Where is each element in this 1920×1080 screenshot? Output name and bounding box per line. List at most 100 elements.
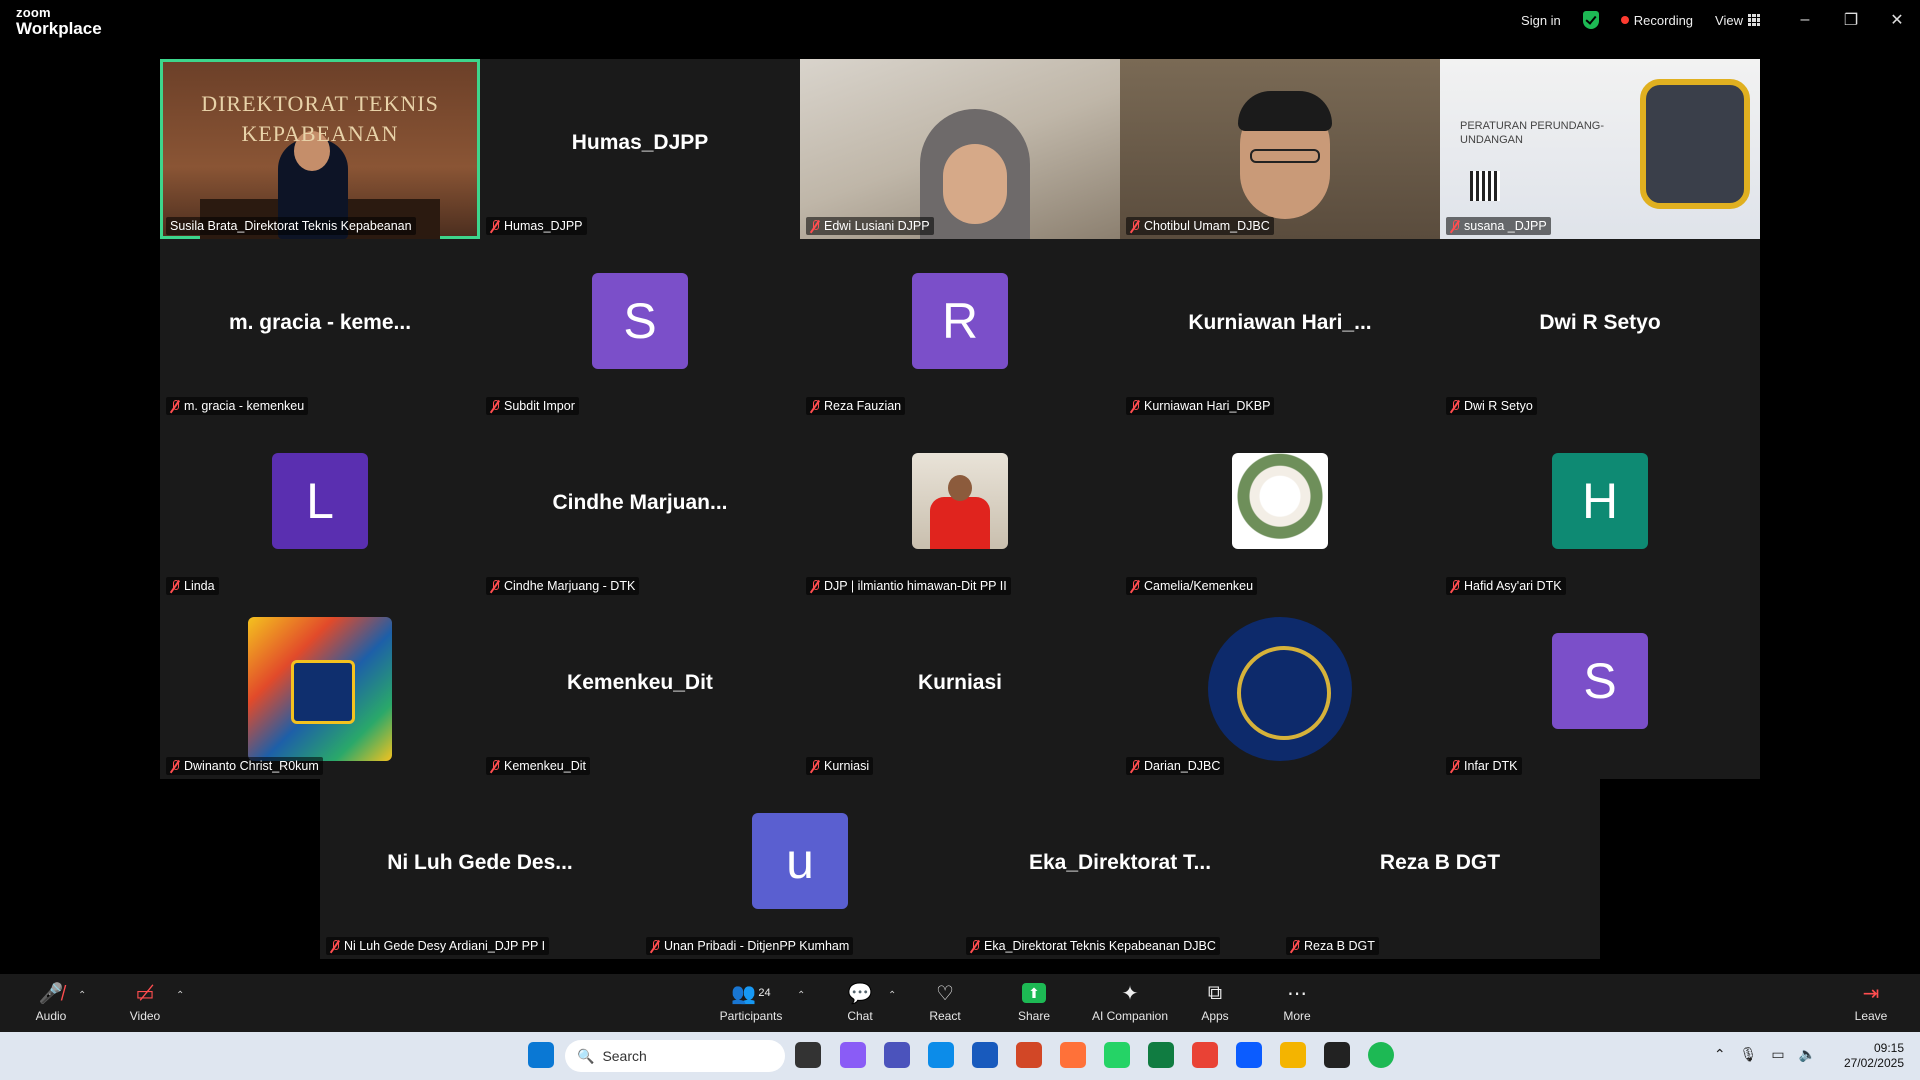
recording-dot-icon <box>1620 16 1629 24</box>
edge-icon[interactable] <box>928 1042 954 1068</box>
ai-companion-button[interactable]: ✦ AI Companion <box>1080 980 1180 1024</box>
audio-options-chevron-icon[interactable]: ⌃ <box>78 990 86 1001</box>
mic-muted-icon <box>1450 579 1460 593</box>
react-button[interactable]: ♡ React <box>910 980 980 1024</box>
participants-options-chevron-icon[interactable]: ⌃ <box>797 990 805 1001</box>
participant-video-tile[interactable]: Edwi Lusiani DJPP <box>800 59 1120 239</box>
search-icon: 🔍 <box>577 1047 595 1064</box>
participant-tile[interactable]: u Unan Pribadi - DitjenPP Kumham <box>640 779 960 959</box>
mic-muted-icon <box>330 939 340 953</box>
whatsapp-icon[interactable] <box>1104 1042 1130 1068</box>
participant-display-name: Ni Luh Gede Des... <box>387 851 573 874</box>
minimize-button[interactable]: – <box>1782 11 1828 29</box>
participant-name-label: Chotibul Umam_DJBC <box>1126 217 1274 235</box>
participant-tile[interactable]: m. gracia - keme... m. gracia - kemenkeu <box>160 239 480 419</box>
participants-button[interactable]: 👥 24 Participants <box>715 980 787 1024</box>
taskbar-search[interactable]: 🔍 Search <box>565 1040 785 1072</box>
participant-name-label: Unan Pribadi - DitjenPP Kumham <box>646 937 854 955</box>
microphone-icon[interactable]: 🎙 <box>1740 1046 1758 1063</box>
mic-muted-icon <box>1450 759 1460 773</box>
network-icon[interactable]: ▭ <box>1771 1046 1784 1063</box>
video-label: Video <box>129 1009 161 1023</box>
participant-tile[interactable]: Dwinanto Christ_R0kum <box>160 599 480 779</box>
sticky-app-icon[interactable] <box>1324 1042 1350 1068</box>
participant-avatar: u <box>752 813 848 909</box>
participant-tile[interactable]: Reza B DGT Reza B DGT <box>1280 779 1600 959</box>
spotify-icon[interactable] <box>1368 1042 1394 1068</box>
zoom-taskbar-icon[interactable] <box>1236 1042 1262 1068</box>
mic-muted-icon <box>1130 579 1140 593</box>
participant-tile[interactable]: H Hafid Asy'ari DTK <box>1440 419 1760 599</box>
participant-tile[interactable]: Dwi R Setyo Dwi R Setyo <box>1440 239 1760 419</box>
leave-button[interactable]: ⇥ Leave <box>1836 980 1906 1024</box>
participant-tile[interactable]: S Infar DTK <box>1440 599 1760 779</box>
participant-tile[interactable]: Eka_Direktorat T... Eka_Direktorat Teknis… <box>960 779 1280 959</box>
poster-text: PERATURAN PERUNDANG-UNDANGAN <box>1460 120 1605 146</box>
file-explorer-icon[interactable] <box>1280 1042 1306 1068</box>
recording-indicator[interactable]: Recording <box>1620 13 1693 28</box>
sign-in-button[interactable]: Sign in <box>1521 13 1561 28</box>
chevron-up-icon[interactable]: ⌃ <box>1714 1046 1726 1063</box>
participant-tile[interactable]: S Subdit Impor <box>480 239 800 419</box>
chat-options-chevron-icon[interactable]: ⌃ <box>888 990 896 1001</box>
audio-button[interactable]: 🎤̸ Audio <box>16 980 86 1024</box>
mic-muted-icon <box>970 939 980 953</box>
participant-video-tile[interactable]: PERATURAN PERUNDANG-UNDANGAN susana _DJPP <box>1440 59 1760 239</box>
word-icon[interactable] <box>972 1042 998 1068</box>
windows-start-icon[interactable] <box>528 1042 554 1068</box>
more-label: More <box>1283 1009 1311 1023</box>
share-button[interactable]: ⬆ Share <box>999 980 1069 1023</box>
participant-tile[interactable]: Camelia/Kemenkeu <box>1120 419 1440 599</box>
participant-name: Infar DTK <box>1464 759 1518 773</box>
chat-icon: 💬 <box>847 982 873 1005</box>
mic-muted-icon <box>810 579 820 593</box>
encryption-shield-icon[interactable] <box>1582 11 1599 29</box>
firefox-icon[interactable] <box>1060 1042 1086 1068</box>
more-button[interactable]: ⋯ More <box>1262 980 1332 1024</box>
participant-name: Eka_Direktorat Teknis Kepabeanan DJBC <box>984 939 1216 953</box>
apps-label: Apps <box>1201 1009 1229 1023</box>
participant-name: Chotibul Umam_DJBC <box>1144 219 1270 233</box>
participant-tile[interactable]: DJP | ilmiantio himawan-Dit PP II <box>800 419 1120 599</box>
chrome-icon[interactable] <box>1192 1042 1218 1068</box>
participant-tile[interactable]: L Linda <box>160 419 480 599</box>
share-label: Share <box>1017 1009 1051 1023</box>
participant-name-label: Cindhe Marjuang - DTK <box>486 577 640 595</box>
restore-button[interactable]: ❐ <box>1828 10 1874 30</box>
chat-button[interactable]: 💬 Chat <box>825 980 895 1024</box>
participant-tile[interactable]: Humas_DJPP Humas_DJPP <box>480 59 800 239</box>
participant-name: Unan Pribadi - DitjenPP Kumham <box>664 939 850 953</box>
clock[interactable]: 09:15 27/02/2025 <box>1844 1041 1904 1071</box>
powerpoint-icon[interactable] <box>1016 1042 1042 1068</box>
excel-icon[interactable] <box>1148 1042 1174 1068</box>
participant-tile[interactable]: Ni Luh Gede Des... Ni Luh Gede Desy Ardia… <box>320 779 640 959</box>
participant-display-name: Humas_DJPP <box>571 131 709 154</box>
react-label: React <box>929 1009 961 1023</box>
participant-video-tile[interactable]: Chotibul Umam_DJBC <box>1120 59 1440 239</box>
participant-tile[interactable]: Kemenkeu_Dit Kemenkeu_Dit <box>480 599 800 779</box>
participant-name-label: Reza B DGT <box>1286 937 1379 955</box>
copilot-icon[interactable] <box>840 1042 866 1068</box>
participant-name-label: Susila Brata_Direktorat Teknis Kepabeana… <box>166 217 416 235</box>
participant-profile-picture <box>1232 453 1328 549</box>
brand-bottom: Workplace <box>16 19 102 38</box>
teams-icon[interactable] <box>884 1042 910 1068</box>
mic-muted-icon <box>490 579 500 593</box>
camera-off-icon: ▭̸ <box>135 982 155 1005</box>
participant-tile[interactable]: Kurniawan Hari_... Kurniawan Hari_DKBP <box>1120 239 1440 419</box>
participant-video-tile[interactable]: DIREKTORAT TEKNIS KEPABEANAN Susila Brata… <box>160 59 480 239</box>
participant-display-name: Kurniasi <box>917 671 1003 694</box>
apps-button[interactable]: ⧉ Apps <box>1180 980 1250 1024</box>
view-button[interactable]: View <box>1715 13 1760 28</box>
participant-profile-picture <box>1208 617 1352 761</box>
video-button[interactable]: ▭̸ Video <box>110 980 180 1024</box>
video-options-chevron-icon[interactable]: ⌃ <box>176 990 184 1001</box>
windows-taskbar: 🔍 Search ⌃ 🎙 ▭ 🔈 09:15 27/02/2025 <box>0 1032 1920 1080</box>
speaker-icon[interactable]: 🔈 <box>1799 1046 1816 1063</box>
close-button[interactable]: ✕ <box>1874 10 1920 30</box>
task-view-icon[interactable] <box>795 1042 821 1068</box>
participant-tile[interactable]: R Reza Fauzian <box>800 239 1120 419</box>
participant-tile[interactable]: Kurniasi Kurniasi <box>800 599 1120 779</box>
participant-tile[interactable]: Cindhe Marjuan... Cindhe Marjuang - DTK <box>480 419 800 599</box>
participant-tile[interactable]: Darian_DJBC <box>1120 599 1440 779</box>
